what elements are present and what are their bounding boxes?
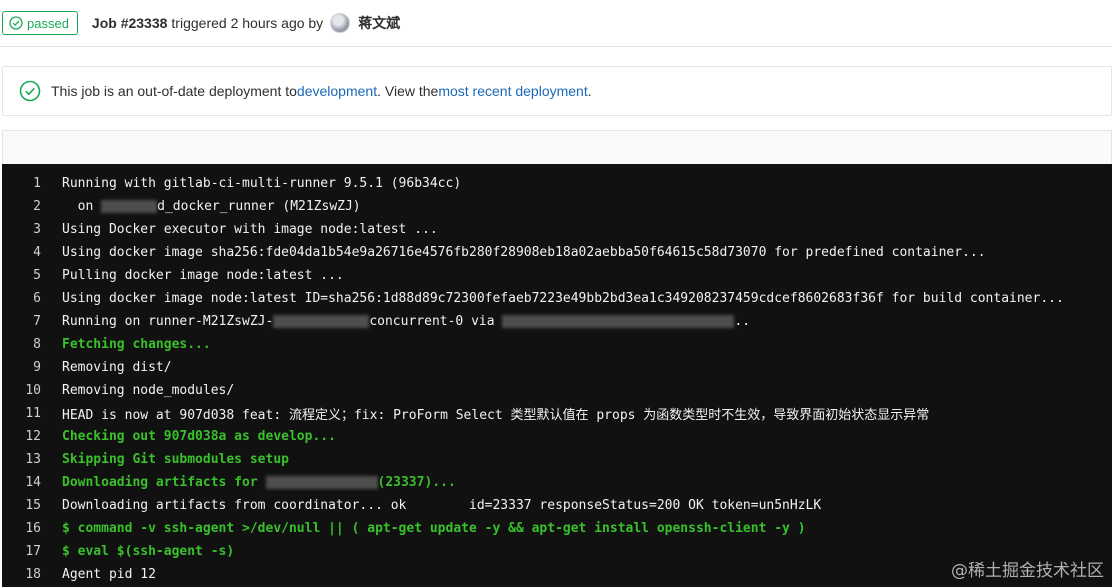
notice-prefix: This job is an out-of-date deployment to [51, 83, 297, 99]
log-line: 2 on d_docker_runner (M21ZswZJ) [2, 195, 1112, 218]
avatar[interactable] [330, 13, 351, 33]
log-text: Pulling docker image node:latest ... [62, 268, 344, 283]
redacted-text [273, 315, 370, 328]
log-text: $ command -v ssh-agent >/dev/null || ( a… [62, 521, 806, 536]
triggered-text: triggered 2 hours ago by [171, 15, 324, 31]
log-text: $ eval $(ssh-agent -s) [62, 544, 235, 559]
log-line: 1 Running with gitlab-ci-multi-runner 9.… [2, 172, 1112, 195]
status-badge-label: passed [27, 15, 69, 31]
log-text: Running with gitlab-ci-multi-runner 9.5.… [62, 176, 462, 191]
log-text: d_docker_runner (M21ZswZJ) [157, 199, 361, 214]
log-toolbar [2, 130, 1112, 164]
log-line: 5 Pulling docker image node:latest ... [2, 264, 1112, 287]
log-text: HEAD is now at 907d038 feat: 流程定义；fix: P… [62, 408, 930, 423]
job-summary: Job #23338 triggered 2 hours ago by 蒋文斌 [92, 13, 400, 33]
log-line: 13 Skipping Git submodules setup [2, 448, 1112, 471]
watermark: @稀土掘金技术社区 [951, 561, 1104, 581]
log-text: Running on runner-M21ZswZJ- [62, 314, 274, 329]
log-text: Using docker image node:latest ID=sha256… [62, 291, 1064, 306]
line-number[interactable]: 6 [2, 291, 62, 306]
deployment-notice: This job is an out-of-date deployment to… [2, 66, 1112, 116]
log-text: Agent pid 12 [62, 567, 156, 582]
line-number[interactable]: 2 [2, 199, 62, 214]
log-text: Fetching changes... [62, 337, 211, 352]
log-line: 9 Removing dist/ [2, 356, 1112, 379]
redacted-text [502, 315, 735, 328]
line-number[interactable]: 4 [2, 245, 62, 260]
line-number[interactable]: 1 [2, 176, 62, 191]
line-number[interactable]: 3 [2, 222, 62, 237]
line-number[interactable]: 5 [2, 268, 62, 283]
line-number[interactable]: 15 [2, 498, 62, 513]
status-badge[interactable]: passed [2, 11, 78, 35]
log-line: 14 Downloading artifacts for (23337)... [2, 471, 1112, 494]
line-number[interactable]: 11 [2, 406, 62, 421]
log-line: 8 Fetching changes... [2, 333, 1112, 356]
line-number[interactable]: 14 [2, 475, 62, 490]
job-id: Job #23338 [91, 15, 168, 31]
log-text: Removing dist/ [62, 360, 172, 375]
environment-link[interactable]: development [297, 83, 377, 99]
notice-suffix: . [587, 83, 592, 99]
log-line: 10 Removing node_modules/ [2, 379, 1112, 402]
line-number[interactable]: 12 [2, 429, 62, 444]
check-circle-icon [19, 80, 41, 102]
header-divider [0, 46, 1112, 47]
log-line: 11 HEAD is now at 907d038 feat: 流程定义；fix… [2, 402, 1112, 425]
line-number[interactable]: 8 [2, 337, 62, 352]
log-line: 17 $ eval $(ssh-agent -s) [2, 540, 1112, 563]
job-header: passed Job #23338 triggered 2 hours ago … [0, 0, 1112, 46]
log-text: Removing node_modules/ [62, 383, 235, 398]
log-line: 12 Checking out 907d038a as develop... [2, 425, 1112, 448]
log-text: Using Docker executor with image node:la… [62, 222, 438, 237]
line-number[interactable]: 18 [2, 567, 62, 582]
line-number[interactable]: 10 [2, 383, 62, 398]
user-name[interactable]: 蒋文斌 [358, 13, 400, 33]
line-number[interactable]: 17 [2, 544, 62, 559]
line-number[interactable]: 9 [2, 360, 62, 375]
log-line: 7 Running on runner-M21ZswZJ- concurrent… [2, 310, 1112, 333]
redacted-text [101, 200, 158, 213]
line-number[interactable]: 16 [2, 521, 62, 536]
log-text: Skipping Git submodules setup [62, 452, 289, 467]
job-log[interactable]: 1 Running with gitlab-ci-multi-runner 9.… [2, 164, 1112, 587]
log-text: concurrent-0 via [369, 314, 503, 329]
log-line: 4 Using docker image sha256:fde04da1b54e… [2, 241, 1112, 264]
log-line: 3 Using Docker executor with image node:… [2, 218, 1112, 241]
recent-deployment-link[interactable]: most recent deployment [438, 83, 587, 99]
log-text: Downloading artifacts for [62, 475, 266, 490]
line-number[interactable]: 13 [2, 452, 62, 467]
log-line: 16 $ command -v ssh-agent >/dev/null || … [2, 517, 1112, 540]
log-text: Checking out 907d038a as develop... [62, 429, 336, 444]
line-number[interactable]: 7 [2, 314, 62, 329]
redacted-text [265, 476, 378, 489]
log-text: (23337)... [377, 475, 456, 490]
log-text: Using docker image sha256:fde04da1b54e9a… [62, 245, 986, 260]
log-text: Downloading artifacts from coordinator..… [62, 498, 822, 513]
log-text: on [62, 199, 102, 214]
log-line: 6 Using docker image node:latest ID=sha2… [2, 287, 1112, 310]
check-circle-icon [9, 16, 23, 30]
log-line: 18 Agent pid 12 [2, 563, 1112, 586]
notice-middle: . View the [377, 83, 439, 99]
log-text: .. [734, 314, 751, 329]
log-line: 15 Downloading artifacts from coordinato… [2, 494, 1112, 517]
